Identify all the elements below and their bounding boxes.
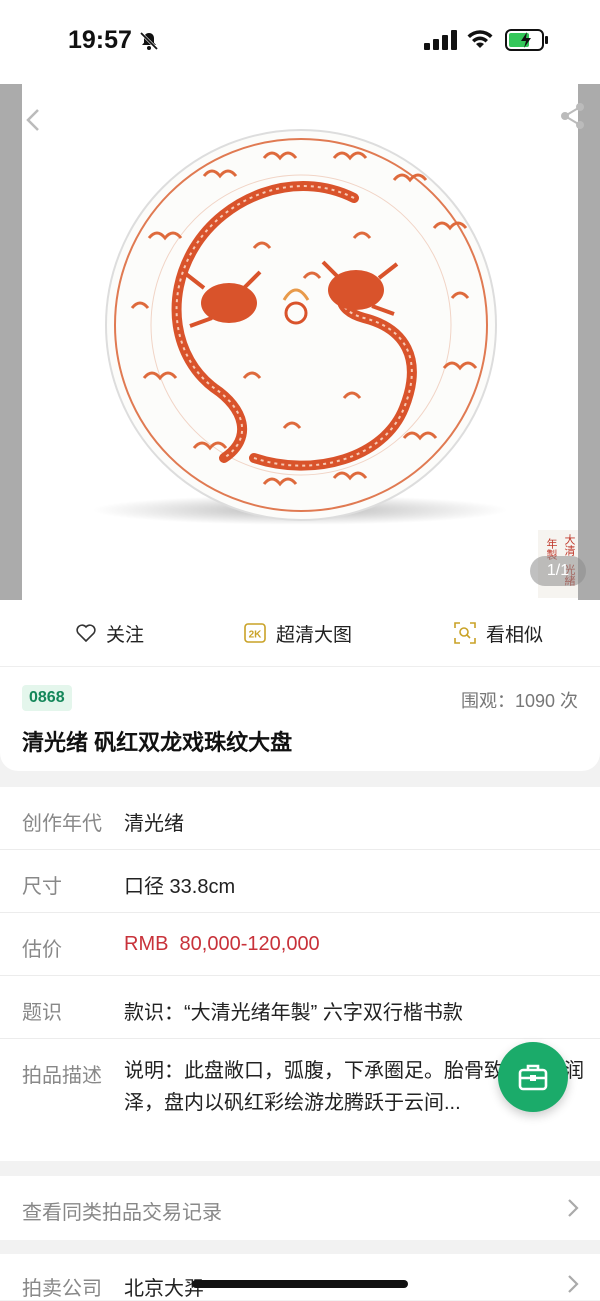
find-similar-label: 看相似 xyxy=(486,624,544,646)
status-time: 19:57 xyxy=(68,26,132,54)
find-similar-button[interactable]: 看相似 xyxy=(454,600,543,666)
chevron-right-icon xyxy=(568,1199,579,1217)
hd-image-button[interactable]: 2K 超清大图 xyxy=(244,600,352,666)
lot-header-card: 0868 围观：1090 次 清光绪 矾红双龙戏珠纹大盘 xyxy=(0,667,600,771)
status-bar: 19:57 xyxy=(0,0,600,84)
detail-label: 题识 xyxy=(22,1002,62,1024)
share-icon[interactable] xyxy=(560,102,586,130)
lot-details-list: 创作年代 清光绪 尺寸 口径 33.8cm 估价 RMB 80,000-120,… xyxy=(0,787,600,1161)
porcelain-plate-image[interactable] xyxy=(104,128,498,522)
detail-value: 款识：“大清光绪年製” 六字双行楷书款 xyxy=(124,1002,463,1024)
lot-title: 清光绪 矾红双龙戏珠纹大盘 xyxy=(22,730,293,755)
detail-row-era: 创作年代 清光绪 xyxy=(0,787,600,850)
2k-badge-text: 2K xyxy=(249,630,263,641)
detail-label: 估价 xyxy=(22,939,62,961)
detail-row-size: 尺寸 口径 33.8cm xyxy=(0,850,600,913)
detail-label: 尺寸 xyxy=(22,876,62,898)
transaction-records-row[interactable]: 查看同类拍品交易记录 xyxy=(0,1176,600,1240)
detail-label: 拍品描述 xyxy=(22,1065,102,1087)
wifi-icon xyxy=(467,30,493,48)
estimate-price: RMB 80,000-120,000 xyxy=(124,933,320,955)
detail-value: 口径 33.8cm xyxy=(124,876,236,898)
follow-label: 关注 xyxy=(106,624,145,646)
action-bar: 关注 2K 超清大图 看相似 xyxy=(0,600,600,667)
heart-icon xyxy=(76,624,96,642)
seal-column-1: 大清 xyxy=(563,534,575,556)
home-indicator xyxy=(192,1280,408,1288)
briefcase-fab-button[interactable] xyxy=(498,1042,568,1112)
back-chevron-icon[interactable] xyxy=(24,108,44,132)
detail-row-inscription: 题识 款识：“大清光绪年製” 六字双行楷书款 xyxy=(0,976,600,1039)
company-label: 拍卖公司 xyxy=(22,1278,102,1300)
2k-icon: 2K xyxy=(244,623,266,643)
auction-company-row[interactable]: 拍卖公司 北京大羿 xyxy=(0,1254,600,1300)
view-count: 围观：1090 次 xyxy=(460,691,578,711)
battery-charging-icon xyxy=(505,29,548,51)
detail-row-estimate: 估价 RMB 80,000-120,000 xyxy=(0,913,600,976)
page-indicator: 1/1 xyxy=(530,556,586,586)
hd-image-label: 超清大图 xyxy=(276,624,353,646)
signal-icon xyxy=(424,30,457,50)
records-label: 查看同类拍品交易记录 xyxy=(22,1202,222,1224)
follow-button[interactable]: 关注 xyxy=(76,600,144,666)
detail-label: 创作年代 xyxy=(22,813,102,835)
briefcase-icon xyxy=(518,1064,548,1091)
chevron-right-icon xyxy=(568,1275,579,1293)
detail-value: 清光绪 xyxy=(124,813,184,835)
bell-muted-icon xyxy=(139,31,159,51)
scan-search-icon xyxy=(454,622,476,644)
lot-number-badge: 0868 xyxy=(22,685,72,711)
